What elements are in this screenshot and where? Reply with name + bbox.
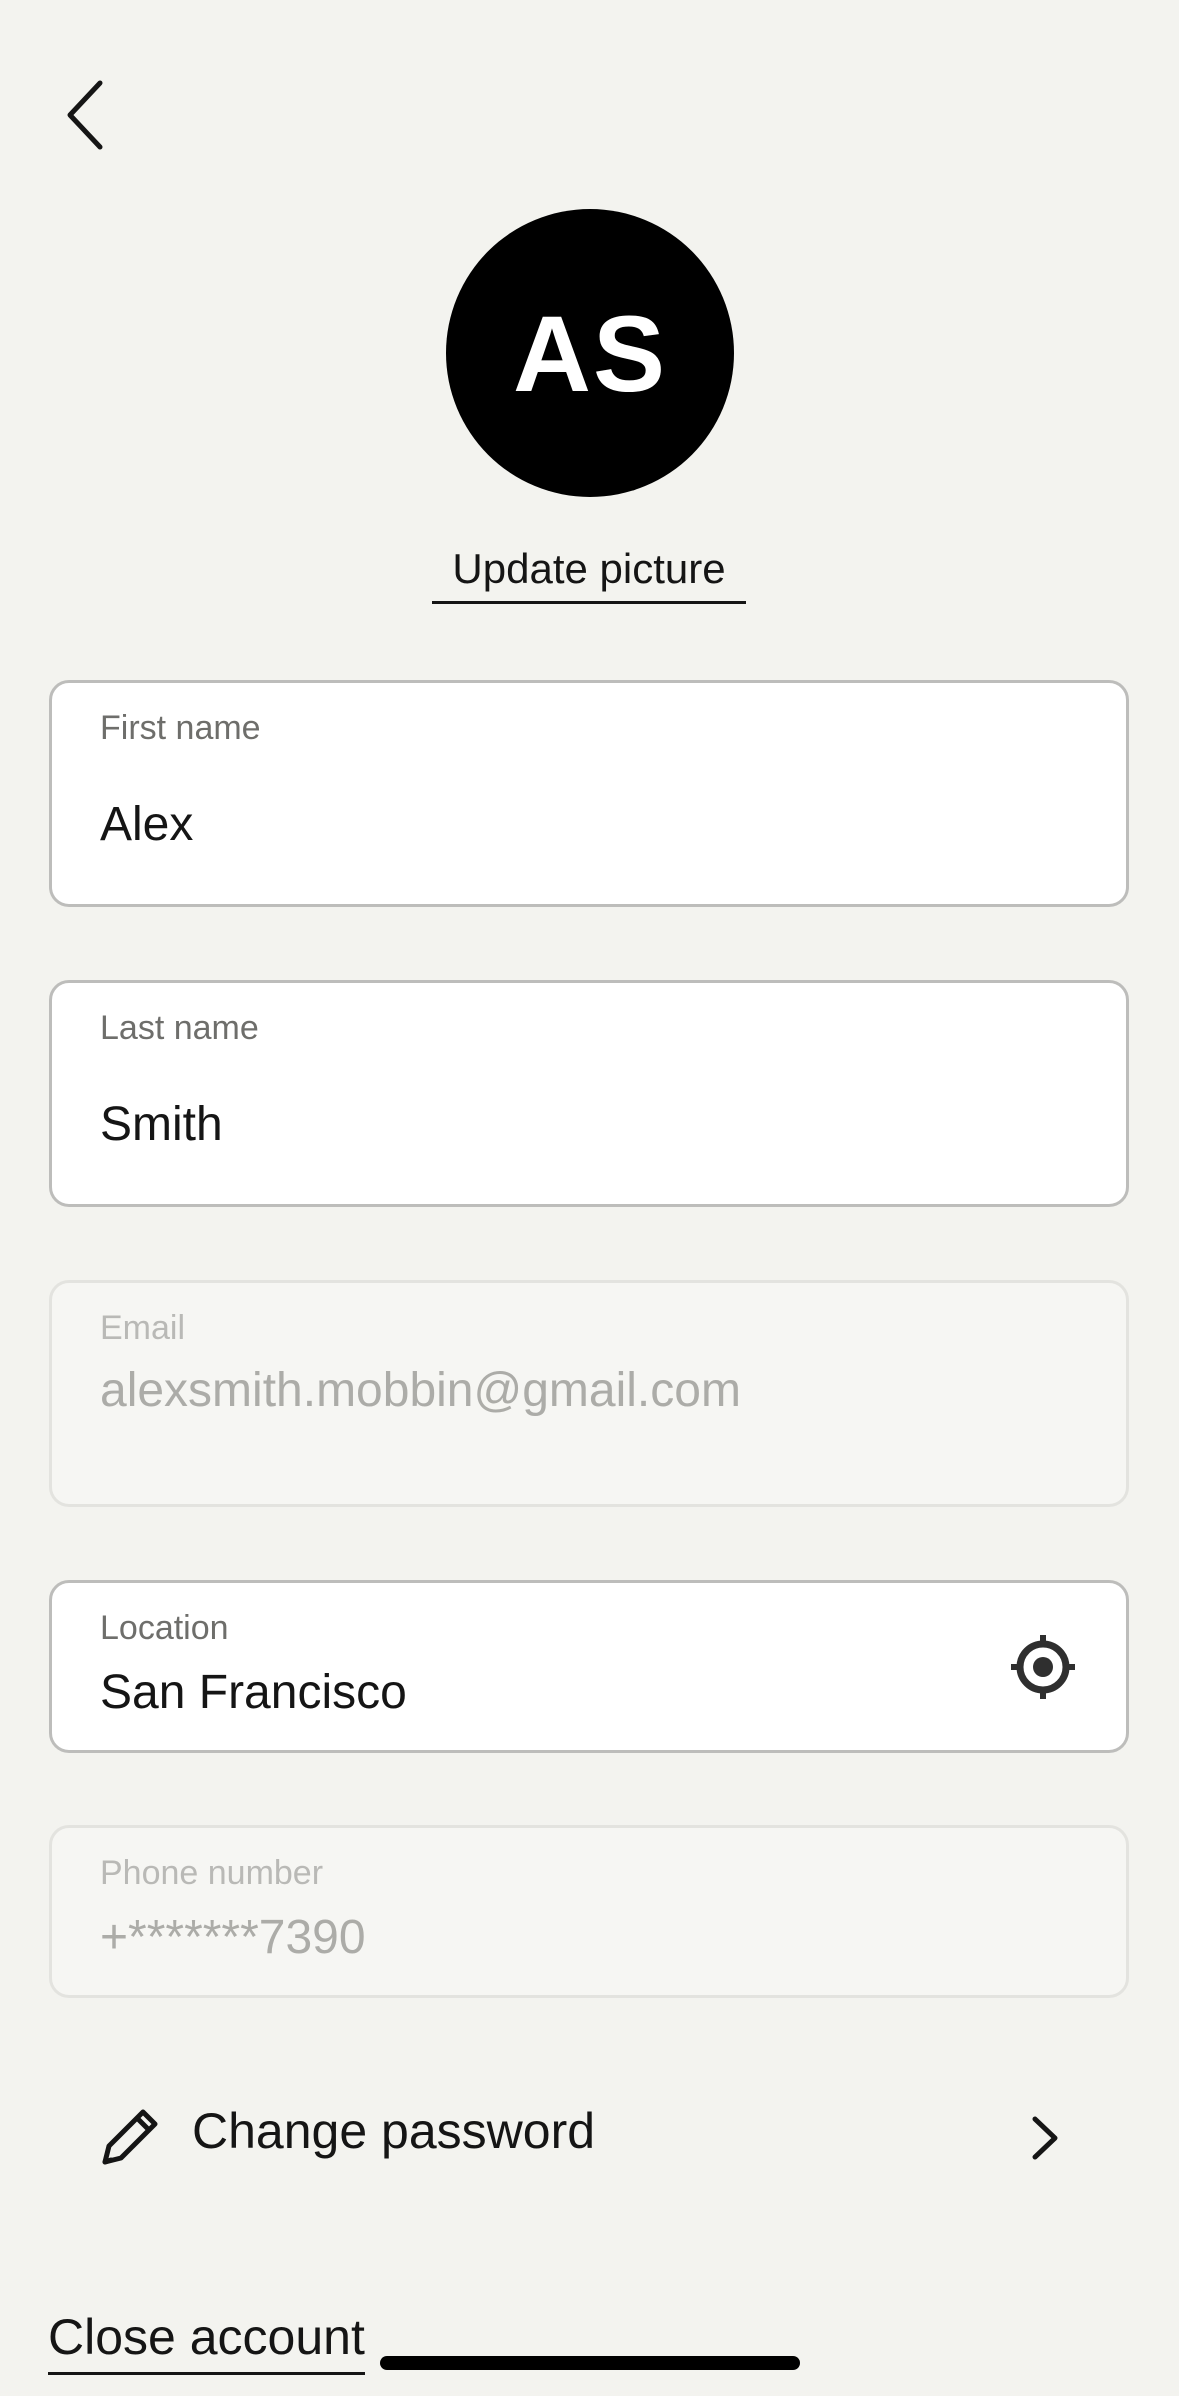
- location-field[interactable]: Location San Francisco: [49, 1580, 1129, 1753]
- home-indicator: [380, 2356, 800, 2370]
- email-label: Email: [100, 1309, 186, 1347]
- avatar: AS: [446, 209, 734, 497]
- first-name-input[interactable]: Alex: [100, 797, 193, 852]
- avatar-initials: AS: [512, 292, 668, 414]
- phone-label: Phone number: [100, 1854, 324, 1892]
- email-value: alexsmith.mobbin@gmail.com: [100, 1364, 741, 1417]
- phone-value: +*******7390: [100, 1911, 366, 1964]
- update-picture-link[interactable]: Update picture: [432, 545, 746, 604]
- location-input[interactable]: San Francisco: [100, 1665, 407, 1720]
- close-account-link[interactable]: Close account: [48, 2308, 365, 2375]
- change-password-label: Change password: [192, 2103, 596, 2159]
- last-name-field[interactable]: Last name Smith: [49, 980, 1129, 1207]
- first-name-field[interactable]: First name Alex: [49, 680, 1129, 907]
- email-field: Email alexsmith.mobbin@gmail.com: [49, 1280, 1129, 1507]
- chevron-right-icon: [1032, 2116, 1058, 2160]
- first-name-label: First name: [100, 709, 261, 747]
- change-password-row[interactable]: Change password: [49, 2080, 1129, 2190]
- last-name-input[interactable]: Smith: [100, 1097, 223, 1152]
- crosshair-locate-icon[interactable]: [1010, 1634, 1076, 1700]
- phone-field: Phone number +*******7390: [49, 1825, 1129, 1998]
- location-label: Location: [100, 1609, 229, 1647]
- pencil-icon: [102, 2109, 158, 2165]
- last-name-label: Last name: [100, 1009, 259, 1047]
- chevron-left-icon: [67, 80, 103, 150]
- back-button[interactable]: [60, 70, 130, 160]
